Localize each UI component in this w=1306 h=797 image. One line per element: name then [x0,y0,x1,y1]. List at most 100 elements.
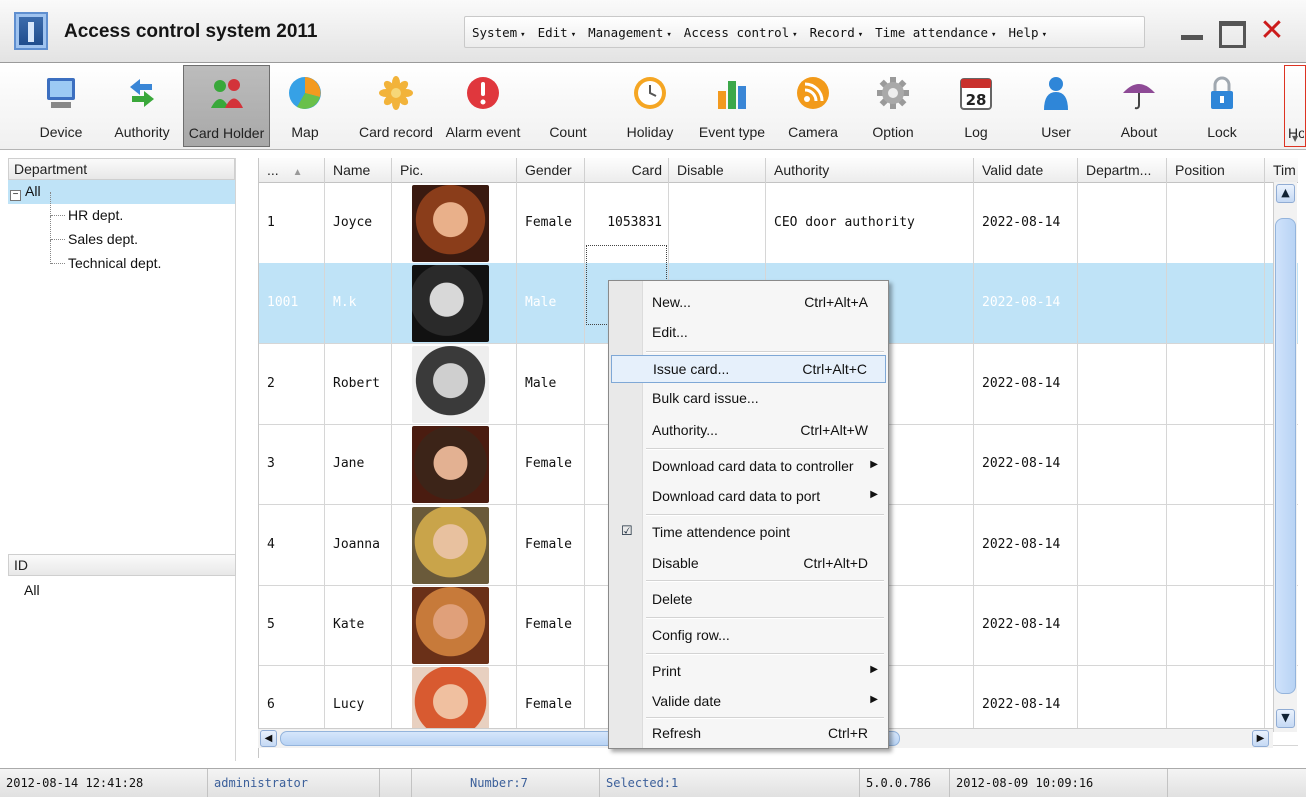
toolbar-authority-button[interactable]: Authority [108,65,176,147]
toolbar-log-button[interactable]: 28 Log [947,65,1005,147]
card-holder-icon [210,79,243,108]
cell-authority: CEO door authority [766,183,974,263]
submenu-arrow-icon: ▶ [870,694,878,705]
toolbar-map-button[interactable]: Map [275,65,335,147]
column-header-department[interactable]: Departm... [1078,158,1167,183]
toolbar-user-button[interactable]: User [1025,65,1087,147]
vertical-scrollbar[interactable]: ▲ ▼ [1273,182,1297,732]
toolbar-alarm-event-button[interactable]: Alarm event [441,65,525,147]
grid-header: ... ▲ Name Pic. Gender Card Disable Autho… [259,158,1298,183]
menu-item-print[interactable]: Print ▶ [611,658,886,686]
cell-id: 5 [259,585,325,665]
menu-item-download-controller[interactable]: Download card data to controller ▶ [611,453,886,481]
minimize-button[interactable] [1177,16,1207,46]
menu-item-download-port[interactable]: Download card data to port ▶ [611,483,886,511]
cell-valid-date: 2022-08-14 [974,183,1078,263]
tree-item-sales[interactable]: Sales dept. [8,216,235,252]
column-header-authority[interactable]: Authority [766,158,974,183]
toolbar-card-record-button[interactable]: Card record [353,65,439,147]
menu-access-control[interactable]: Access control ▾ [684,25,798,40]
collapse-icon[interactable]: − [10,190,21,201]
cell-position [1167,424,1265,505]
menu-system[interactable]: System ▾ [472,25,526,40]
column-header-time[interactable]: Tim [1265,158,1298,183]
menu-separator [646,351,884,353]
menu-item-authority[interactable]: Authority... Ctrl+Alt+W [611,417,886,445]
id-filter-value[interactable]: All [24,582,40,598]
device-icon [47,78,75,108]
toolbar-lock-button[interactable]: Lock [1192,65,1252,147]
cell-id: 2 [259,343,325,424]
scroll-up-icon[interactable]: ▲ [1276,184,1295,203]
tree-item-all[interactable]: − All [8,180,235,204]
menu-record[interactable]: Record ▾ [810,25,864,40]
cell-gender: Female [517,424,585,505]
close-button[interactable]: ✕ [1257,16,1287,46]
person-photo [412,587,489,664]
menu-edit[interactable]: Edit ▾ [538,25,577,40]
cell-id: 1 [259,183,325,263]
maximize-button[interactable] [1215,16,1246,48]
tree-item-hr[interactable]: HR dept. [8,192,235,228]
toolbar-device-button[interactable]: Device [27,65,95,147]
menu-item-time-attendence-point[interactable]: ☑ Time attendence point [611,519,886,547]
menu-item-bulk-card-issue[interactable]: Bulk card issue... [611,385,886,413]
status-extra [1168,769,1306,797]
status-selected: Selected:1 [600,769,860,797]
user-icon [1044,77,1068,110]
toolbar-holiday-button[interactable]: Holiday [619,65,681,147]
gear-icon [877,77,909,109]
cell-pic [392,343,517,424]
toolbar-camera-button[interactable]: Camera [782,65,844,147]
menu-item-config-row[interactable]: Config row... [611,622,886,650]
person-photo [412,506,489,584]
chevron-down-icon: ▾ [520,29,526,40]
menu-help[interactable]: Help ▾ [1008,25,1047,40]
column-header-position[interactable]: Position [1167,158,1265,183]
cell-department [1078,183,1167,263]
menu-time-attendance[interactable]: Time attendance ▾ [875,25,996,40]
menu-separator [646,617,884,619]
toolbar-option-button[interactable]: Option [863,65,923,147]
id-header: ID [8,554,236,576]
cell-department [1078,424,1167,505]
column-header-disable[interactable]: Disable [669,158,766,183]
window-title: Access control system 2011 [64,21,318,42]
column-header-pic[interactable]: Pic. [392,158,517,183]
cell-name: Jane [325,424,392,505]
cell-pic [392,424,517,505]
cell-valid-date: 2022-08-14 [974,504,1078,585]
column-header-valid-date[interactable]: Valid date [974,158,1078,183]
vertical-scroll-thumb[interactable] [1275,218,1296,694]
table-row[interactable]: 1 Joyce Female 1053831 CEO door authority 202… [259,183,1298,264]
context-menu: New... Ctrl+Alt+A Edit... Issue card... Ct… [608,280,889,749]
menu-management[interactable]: Management ▾ [588,25,672,40]
chevron-down-icon: ▾ [1041,29,1047,40]
menu-item-refresh[interactable]: Refresh Ctrl+R [611,720,886,748]
menu-item-disable[interactable]: Disable Ctrl+Alt+D [611,550,886,578]
menu-item-issue-card[interactable]: Issue card... Ctrl+Alt+C [611,355,886,383]
cell-position [1167,504,1265,585]
menu-item-delete[interactable]: Delete [611,586,886,614]
submenu-arrow-icon: ▶ [870,664,878,675]
menu-item-valide-date[interactable]: Valide date ▶ [611,688,886,716]
person-photo [412,265,489,343]
column-header-id[interactable]: ... ▲ [259,158,325,183]
toolbar-count-button[interactable]: Count [538,65,598,147]
column-header-card[interactable]: Card [585,158,669,183]
column-header-gender[interactable]: Gender [517,158,585,183]
authority-icon [130,79,154,107]
menu-separator [646,514,884,516]
menu-item-new[interactable]: New... Ctrl+Alt+A [611,289,886,317]
toolbar-about-button[interactable]: About [1108,65,1170,147]
scroll-right-icon[interactable]: ▶ [1252,730,1269,747]
toolbar-more-button[interactable]: Ho ▼ [1284,65,1306,147]
toolbar-card-holder-button[interactable]: Card Holder [183,65,270,147]
cell-name: Joyce [325,183,392,263]
tree-item-technical[interactable]: Technical dept. [8,240,235,276]
scroll-left-icon[interactable]: ◀ [260,730,277,747]
scroll-down-icon[interactable]: ▼ [1276,709,1295,728]
column-header-name[interactable]: Name [325,158,392,183]
menu-item-edit[interactable]: Edit... [611,319,886,347]
toolbar-event-type-button[interactable]: Event type [692,65,772,147]
